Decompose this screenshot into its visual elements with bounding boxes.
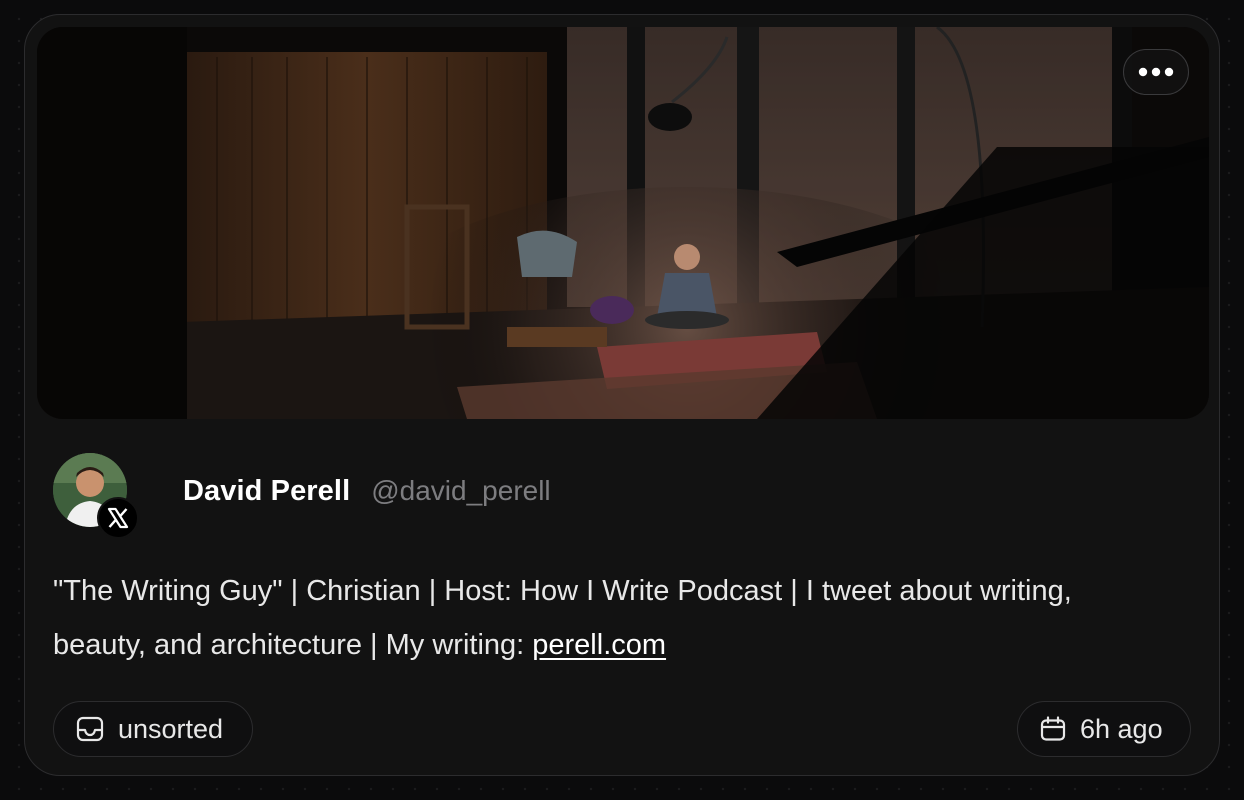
bio-link[interactable]: perell.com	[532, 629, 666, 661]
inbox-icon	[76, 716, 104, 742]
cover-image[interactable]	[37, 27, 1209, 419]
timestamp-label: 6h ago	[1080, 713, 1163, 744]
author-row: David Perell @david_perell	[53, 451, 551, 539]
room-photo	[37, 27, 1209, 419]
collection-button[interactable]: unsorted	[53, 701, 253, 757]
timestamp-badge[interactable]: 6h ago	[1017, 701, 1191, 757]
author-handle[interactable]: @david_perell	[371, 475, 550, 507]
more-options-button[interactable]	[1123, 49, 1189, 95]
collection-label: unsorted	[118, 713, 224, 744]
bookmark-card[interactable]: David Perell @david_perell "The Writing …	[24, 14, 1220, 776]
more-horizontal-icon	[1138, 67, 1174, 77]
author-name[interactable]: David Perell	[183, 475, 350, 508]
bio-text: "The Writing Guy" | Christian | Host: Ho…	[53, 564, 1153, 672]
x-logo-icon	[97, 497, 139, 539]
calendar-icon	[1040, 716, 1066, 742]
author-avatar[interactable]	[53, 453, 139, 539]
